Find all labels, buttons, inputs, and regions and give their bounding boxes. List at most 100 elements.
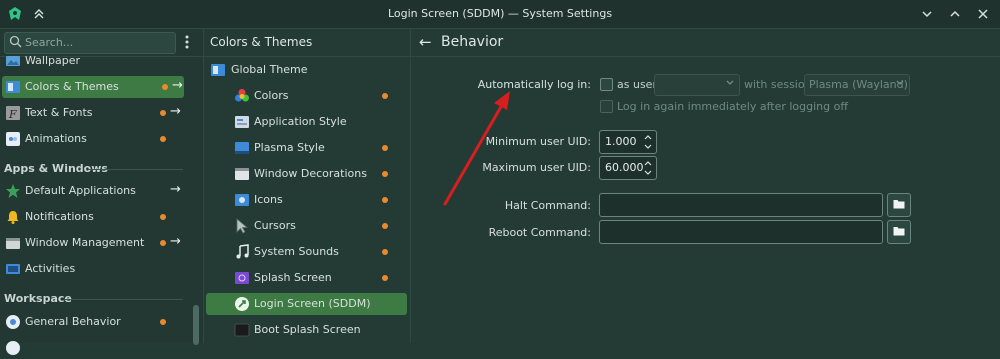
modified-indicator	[160, 240, 166, 246]
folder-icon	[893, 225, 905, 239]
subnav-item-label: Splash Screen	[254, 271, 332, 284]
subnav-item-cursors[interactable]: Cursors	[204, 215, 410, 237]
relogin-checkbox[interactable]	[600, 100, 613, 113]
modified-indicator	[382, 223, 388, 229]
svg-text:F: F	[8, 108, 17, 121]
plasma-style-icon	[234, 140, 250, 156]
sidebar-item-activities[interactable]: Activities	[0, 258, 186, 280]
minimize-button[interactable]	[918, 5, 936, 23]
session-select[interactable]: Plasma (Wayland)	[804, 74, 910, 96]
modified-indicator	[160, 214, 166, 220]
login-screen-icon	[234, 296, 250, 312]
modified-indicator	[382, 197, 388, 203]
modified-indicator	[382, 249, 388, 255]
sidebar-item-animations[interactable]: Animations	[0, 128, 186, 150]
main-sidebar: Search... Wallpaper Colors & Themes → F …	[0, 29, 204, 355]
subnav-item-label: System Sounds	[254, 245, 339, 258]
sidebar-item-colors-themes[interactable]: Colors & Themes →	[2, 76, 184, 98]
spin-arrows-icon[interactable]	[643, 159, 653, 177]
section-header-workspace: Workspace	[4, 292, 72, 305]
sidebar-item-label: Wallpaper	[25, 54, 81, 67]
search-placeholder: Search...	[25, 36, 74, 49]
subnav-item-system-sounds[interactable]: System Sounds	[204, 241, 410, 263]
annotation-arrow-icon	[443, 91, 510, 206]
workspace-icon	[5, 340, 21, 356]
subnav-item-label: Global Theme	[231, 63, 308, 76]
sidebar-item-window-management[interactable]: Window Management →	[0, 232, 186, 254]
autologin-checkbox[interactable]	[600, 78, 613, 91]
subnav-item-boot-splash-screen[interactable]: Boot Splash Screen	[204, 319, 410, 341]
global-theme-icon	[210, 62, 226, 78]
subnav-item-application-style[interactable]: Application Style	[204, 111, 410, 133]
music-note-icon	[234, 244, 250, 260]
back-arrow-icon[interactable]: ←	[419, 33, 432, 51]
subnav-item-label: Window Decorations	[254, 167, 367, 180]
user-select[interactable]	[654, 74, 740, 96]
subnav-item-global-theme[interactable]: Global Theme	[204, 59, 410, 81]
halt-browse-button[interactable]	[887, 193, 911, 217]
folder-icon	[893, 198, 905, 212]
subnav-item-window-decorations[interactable]: Window Decorations	[204, 163, 410, 185]
subnav-item-splash-screen[interactable]: Splash Screen	[204, 267, 410, 289]
subnav-item-label: Boot Splash Screen	[254, 323, 361, 336]
subnav-item-plasma-style[interactable]: Plasma Style	[204, 137, 410, 159]
subnav-item-label: Icons	[254, 193, 283, 206]
sidebar-item-label: Animations	[25, 132, 87, 145]
sidebar-item-label: Activities	[25, 262, 76, 275]
spin-arrows-icon[interactable]	[643, 133, 653, 151]
subnav-item-label: Cursors	[254, 219, 296, 232]
subnav-title: Colors & Themes	[210, 35, 313, 49]
min-uid-spinbox[interactable]: 1.000	[599, 130, 657, 154]
reboot-command-input[interactable]	[599, 220, 883, 244]
with-session-label: with session	[744, 78, 812, 91]
sidebar-item-label: Default Applications	[25, 184, 136, 197]
modified-indicator	[382, 275, 388, 281]
application-style-icon	[234, 114, 250, 130]
sidebar-item-label: Window Management	[25, 236, 145, 249]
max-uid-spinbox[interactable]: 60.000	[599, 156, 657, 180]
reboot-browse-button[interactable]	[887, 220, 911, 244]
arrow-right-icon: →	[170, 104, 181, 119]
wallpaper-icon	[5, 53, 21, 69]
activities-icon	[5, 261, 21, 277]
chevron-down-icon	[725, 78, 735, 91]
maximize-button[interactable]	[946, 5, 964, 23]
close-button[interactable]	[974, 5, 992, 23]
window-management-icon	[5, 235, 21, 251]
min-uid-value: 1.000	[605, 135, 637, 148]
colors-icon	[234, 88, 250, 104]
subcategory-sidebar: Colors & Themes Global Theme Colors Appl…	[204, 29, 411, 343]
modified-indicator	[160, 110, 166, 116]
subnav-item-label: Login Screen (SDDM)	[254, 297, 371, 310]
animations-icon	[5, 131, 21, 147]
hamburger-menu-icon[interactable]	[182, 34, 192, 50]
max-uid-value: 60.000	[605, 161, 644, 174]
arrow-right-icon: →	[170, 182, 181, 197]
arrow-right-icon: →	[170, 234, 181, 249]
colors-themes-icon	[5, 79, 21, 95]
subnav-item-label: Application Style	[254, 115, 347, 128]
sidebar-item-label: Text & Fonts	[25, 106, 93, 119]
window-titlebar: Login Screen (SDDM) — System Settings	[0, 0, 1000, 29]
modified-indicator	[160, 319, 166, 325]
splash-screen-icon	[234, 270, 250, 286]
sidebar-scrollbar[interactable]	[193, 57, 199, 345]
sidebar-item-wallpaper[interactable]: Wallpaper	[0, 50, 186, 72]
modified-indicator	[160, 136, 166, 142]
halt-command-input[interactable]	[599, 193, 883, 217]
subnav-item-colors[interactable]: Colors	[204, 85, 410, 107]
subnav-item-login-screen-sddm[interactable]: Login Screen (SDDM)	[206, 293, 407, 315]
subnav-item-label: Plasma Style	[254, 141, 325, 154]
sidebar-item-notifications[interactable]: Notifications	[0, 206, 186, 228]
modified-indicator	[382, 171, 388, 177]
sidebar-item-text-fonts[interactable]: F Text & Fonts →	[0, 102, 186, 124]
cursor-icon	[234, 218, 250, 234]
sidebar-item-default-applications[interactable]: Default Applications →	[0, 180, 186, 202]
sidebar-item-label: General Behavior	[25, 315, 121, 328]
modified-indicator	[382, 93, 388, 99]
subnav-item-icons[interactable]: Icons	[204, 189, 410, 211]
font-icon: F	[5, 105, 21, 121]
sidebar-item-general-behavior[interactable]: General Behavior	[0, 311, 186, 333]
sidebar-item-next[interactable]	[0, 337, 186, 359]
page-title: Behavior	[441, 34, 504, 50]
